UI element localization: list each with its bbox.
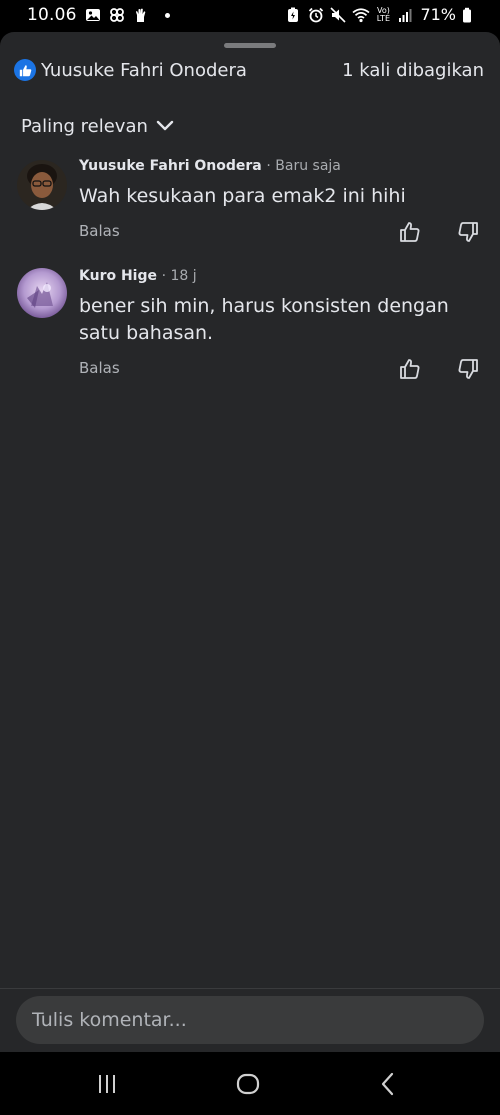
status-bar: 10.06 Vo) LTE 71% <box>0 0 500 32</box>
comment-author[interactable]: Yuusuke Fahri Onodera <box>79 158 262 174</box>
reply-button[interactable]: Balas <box>79 359 120 377</box>
status-time: 10.06 <box>27 5 77 25</box>
recent-apps-icon[interactable] <box>96 1072 124 1096</box>
comment-input[interactable] <box>16 996 484 1044</box>
reactions-header: Yuusuke Fahri Onodera 1 kali dibagikan <box>0 56 500 86</box>
thumbs-up-icon[interactable] <box>398 357 422 381</box>
like-icon <box>14 59 36 81</box>
battery-icon <box>462 7 478 23</box>
comment-meta: Yuusuke Fahri Onodera · Baru saja <box>79 158 341 174</box>
signal-icon <box>398 7 414 23</box>
drag-handle[interactable] <box>224 43 276 48</box>
sort-dropdown[interactable]: Paling relevan <box>21 116 174 137</box>
gallery-icon <box>85 7 101 23</box>
thumbs-down-icon[interactable] <box>456 357 480 381</box>
mute-icon <box>330 6 347 23</box>
battery-saver-icon <box>286 7 302 23</box>
back-icon[interactable] <box>376 1072 404 1096</box>
notification-dot <box>164 12 170 18</box>
comment-time: · 18 j <box>161 268 197 284</box>
thumbs-up-icon[interactable] <box>398 220 422 244</box>
home-icon[interactable] <box>234 1072 262 1096</box>
comment-time: · Baru saja <box>266 158 341 174</box>
comment-meta: Kuro Hige · 18 j <box>79 268 197 284</box>
share-count[interactable]: 1 kali dibagikan <box>342 60 484 81</box>
comment-text: Wah kesukaan para emak2 ini hihi <box>79 185 406 207</box>
composer-divider <box>0 988 500 989</box>
comment-item: Yuusuke Fahri Onodera · Baru saja Wah ke… <box>0 158 500 258</box>
battery-percent: 71% <box>420 5 456 24</box>
comment-author[interactable]: Kuro Hige <box>79 268 157 284</box>
wifi-icon <box>352 7 370 23</box>
thumbs-down-icon[interactable] <box>456 220 480 244</box>
navigation-bar <box>0 1052 500 1115</box>
volte-icon: Vo) LTE <box>376 5 391 23</box>
pinwheel-icon <box>109 7 125 23</box>
reactor-name[interactable]: Yuusuke Fahri Onodera <box>41 60 247 81</box>
comment-text: bener sih min, harus konsisten dengan sa… <box>79 295 449 344</box>
comments-sheet: Yuusuke Fahri Onodera 1 kali dibagikan P… <box>0 32 500 1052</box>
hand-icon <box>133 7 149 23</box>
chevron-down-icon <box>156 117 174 136</box>
reply-button[interactable]: Balas <box>79 222 120 240</box>
avatar[interactable] <box>17 160 67 210</box>
sort-label: Paling relevan <box>21 116 148 137</box>
comment-item: Kuro Hige · 18 j bener sih min, harus ko… <box>0 268 500 398</box>
comment-input-container <box>16 996 484 1044</box>
avatar[interactable] <box>17 268 67 318</box>
alarm-icon <box>308 7 324 23</box>
